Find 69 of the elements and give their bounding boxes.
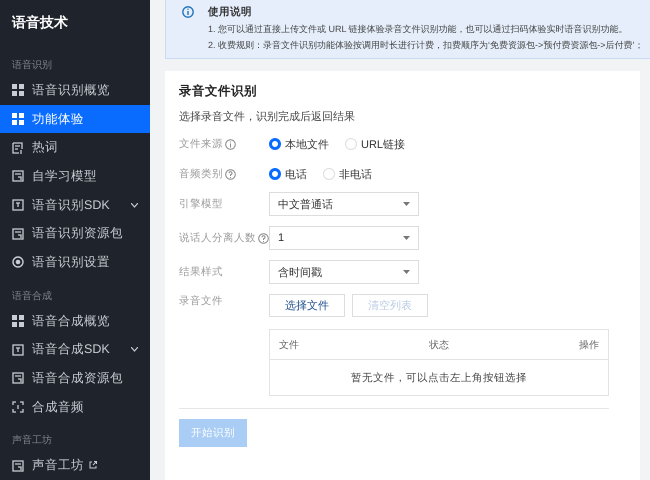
document-icon: [12, 228, 24, 240]
column-header: 操作: [578, 338, 599, 352]
settings-icon: [12, 256, 24, 268]
sidebar-item-label: 语音合成概览: [32, 312, 111, 330]
empty-message: 暂无文件，可以点击左上角按钮选择: [351, 370, 527, 385]
field-label: 录音文件: [179, 294, 223, 308]
sidebar-item-label: 功能体验: [32, 110, 85, 128]
sidebar-item-label: 语音识别设置: [32, 254, 111, 271]
sidebar-item[interactable]: 语音合成SDK: [0, 335, 150, 364]
notice-title: 使用说明: [208, 5, 252, 19]
column-header: 状态: [428, 338, 450, 352]
chevron-icon: [131, 202, 138, 208]
card-subtitle: 选择录音文件，识别完成后返回结果: [179, 110, 356, 124]
sidebar-item[interactable]: 自学习模型: [0, 162, 150, 191]
sidebar-item[interactable]: 声音工坊: [0, 451, 150, 480]
document-icon: [12, 170, 24, 182]
section-heading: 语音识别: [11, 58, 53, 73]
field-label: 说话人分离人数: [179, 231, 256, 246]
info-icon: [182, 6, 194, 18]
sidebar-item[interactable]: 热词: [0, 133, 150, 162]
grid-icon: [12, 113, 24, 125]
sidebar-item[interactable]: 语音合成概览: [0, 306, 150, 336]
sidebar-item[interactable]: 语音识别SDK: [0, 190, 150, 220]
sidebar-item-label: 语音合成SDK: [32, 341, 111, 358]
sidebar-item-label: 声音工坊: [32, 457, 138, 474]
file-button[interactable]: 选择文件: [269, 294, 345, 318]
sidebar-item-label: 自学习模型: [32, 168, 98, 185]
sidebar-item-label: 语音识别SDK: [32, 196, 111, 214]
sidebar-item-label: 热词: [32, 139, 59, 156]
box-icon: [12, 199, 24, 212]
select-field[interactable]: 1: [269, 226, 419, 250]
dropdown-caret-icon: [403, 236, 410, 240]
field-label: 引擎模型: [179, 197, 223, 212]
column-header: 文件: [279, 338, 300, 352]
box-icon: [12, 344, 24, 356]
chevron-icon: [131, 347, 138, 352]
sidebar-item[interactable]: 语音识别资源包: [0, 219, 150, 248]
document-icon: [12, 460, 24, 472]
sidebar-item[interactable]: 语音合成资源包: [0, 364, 150, 393]
field-label: 结果样式: [179, 265, 223, 280]
sidebar-item-label: 语音合成资源包: [32, 370, 124, 387]
radio-option[interactable]: URL链接: [345, 136, 406, 152]
select-field[interactable]: 中文普通话: [269, 192, 419, 216]
section-heading: 语音合成: [11, 290, 53, 304]
sidebar-item[interactable]: 语音识别设置: [0, 248, 150, 277]
radio-option[interactable]: 本地文件: [269, 136, 329, 152]
document-icon: [12, 372, 24, 384]
select-field[interactable]: 含时间戳: [269, 260, 419, 284]
dropdown-caret-icon: [403, 202, 410, 206]
sidebar-item[interactable]: 语音识别概览: [0, 76, 150, 105]
sidebar-title: 语音技术: [10, 13, 69, 32]
card-title: 录音文件识别: [179, 83, 258, 100]
grid-icon: [12, 84, 24, 96]
dropdown-caret-icon: [403, 270, 410, 274]
document-icon: [12, 142, 24, 154]
sidebar-item[interactable]: 合成音频: [0, 392, 150, 422]
sidebar-item-label: 语音识别概览: [32, 82, 111, 99]
sidebar-item-label: 合成音频: [32, 398, 85, 416]
radio-option[interactable]: 非电话: [323, 166, 372, 182]
sidebar-item-label: 语音识别资源包: [32, 225, 124, 242]
notice-text: 1. 您可以通过直接上传文件或 URL 链接体验录音文件识别功能，也可以通过扫码体验实时语音识别功能。: [207, 23, 629, 36]
field-label: 音频类别: [179, 167, 223, 182]
section-heading: 声音工坊: [11, 434, 53, 448]
frame-icon: [12, 401, 24, 414]
field-label: 文件来源: [179, 137, 223, 152]
sidebar-item[interactable]: 功能体验: [0, 104, 150, 134]
radio-option[interactable]: 电话: [269, 166, 307, 182]
notice-text: 2. 收费规则：录音文件识别功能体验按调用时长进行计费，扣费顺序为‘免费资源包->预付费资源包->后付费’；: [207, 39, 644, 52]
grid-icon: [12, 315, 24, 328]
